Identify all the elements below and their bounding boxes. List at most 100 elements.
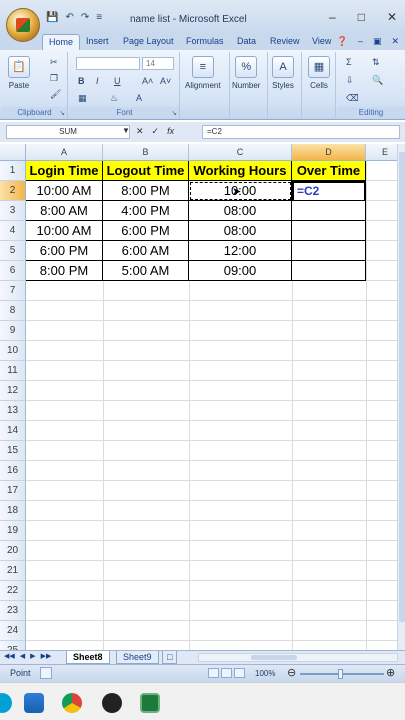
page-layout-view-icon[interactable] [221,668,232,678]
cell-a4[interactable]: 10:00 AM [26,221,103,241]
row-header[interactable]: 22 [0,581,26,601]
row-header[interactable]: 10 [0,341,26,361]
cell-b4[interactable]: 6:00 PM [103,221,189,241]
row-header[interactable]: 23 [0,601,26,621]
horizontal-scroll-thumb[interactable] [251,655,297,660]
row-header[interactable]: 5 [0,241,26,261]
cell-d2-active[interactable]: =C2 [292,181,366,202]
cell-a6[interactable]: 8:00 PM [26,261,103,281]
column-header-b[interactable]: B [103,144,189,161]
font-name-combo[interactable] [76,57,140,70]
excel-taskbar-icon[interactable] [140,693,160,713]
close-icon[interactable]: ✕ [387,10,397,24]
cell-c6[interactable]: 09:00 [189,261,292,281]
cell-b3[interactable]: 4:00 PM [103,201,189,221]
row-header[interactable]: 1 [0,161,26,181]
underline-button[interactable]: U [114,75,121,87]
column-header-a[interactable]: A [26,144,103,161]
find-select-icon[interactable]: 🔍 [372,74,383,86]
zoom-slider-knob[interactable] [338,669,343,679]
cell-b6[interactable]: 5:00 AM [103,261,189,281]
save-icon[interactable]: 💾 [46,12,58,24]
row-header[interactable]: 2 [0,181,26,201]
qat-customize-icon[interactable]: ≡ [96,12,102,24]
enter-icon[interactable]: ✓ [152,126,160,137]
cell-d6[interactable] [292,261,366,281]
name-box-dropdown-icon[interactable]: ▼ [122,126,130,135]
tab-data[interactable]: Data [237,36,256,46]
tab-formulas[interactable]: Formulas [186,36,224,46]
insert-sheet-button[interactable]: □ [162,651,178,664]
normal-view-icon[interactable] [208,668,219,678]
cell-d1[interactable]: Over Time [292,161,366,181]
tab-home[interactable]: Home [42,34,81,50]
row-header[interactable]: 6 [0,261,26,281]
column-header-c[interactable]: C [189,144,292,161]
row-header[interactable]: 21 [0,561,26,581]
zoom-in-icon[interactable]: ⊕ [386,666,395,679]
mail-icon[interactable] [24,693,44,713]
name-box[interactable]: SUM [6,125,130,139]
minimize-icon[interactable]: – [329,10,336,24]
cell-d3[interactable] [292,201,366,221]
clipboard-launcher-icon[interactable]: ↘ [59,109,65,117]
cell-d4[interactable] [292,221,366,241]
zoom-level[interactable]: 100% [255,669,275,678]
cell-c1[interactable]: Working Hours [189,161,292,181]
first-sheet-icon[interactable]: ◀◀ [4,652,15,660]
vertical-scrollbar[interactable] [397,144,405,650]
fill-color-icon[interactable]: ♨ [110,92,118,104]
horizontal-scrollbar[interactable] [198,653,398,662]
row-header[interactable]: 15 [0,441,26,461]
borders-icon[interactable]: ▦ [78,92,87,104]
cancel-icon[interactable]: ✕ [136,126,144,137]
tab-review[interactable]: Review [270,36,300,46]
worksheet-grid[interactable]: A B C D E 1 2 3 4 5 6 7 8 9 10 11 12 13 14 15 16 17 18 19 2… [0,144,405,650]
cell-a5[interactable]: 6:00 PM [26,241,103,261]
page-break-view-icon[interactable] [234,668,245,678]
font-color-icon[interactable]: A [136,92,142,104]
paste-button[interactable]: 📋 Paste [8,56,30,90]
select-all-corner[interactable] [0,144,26,161]
cell-b5[interactable]: 6:00 AM [103,241,189,261]
cell-a2[interactable]: 10:00 AM [26,181,103,201]
chrome-icon[interactable] [62,693,82,713]
zoom-out-icon[interactable]: ⊖ [287,666,296,679]
row-header[interactable]: 16 [0,461,26,481]
column-header-d[interactable]: D [292,144,366,161]
help-icon[interactable]: ❓ [337,36,348,47]
tab-page-layout[interactable]: Page Layout [123,36,174,46]
row-header[interactable]: 7 [0,281,26,301]
sheet-tab-sheet8[interactable]: Sheet8 [66,651,110,664]
alignment-button[interactable]: ≡ Alignment [185,56,221,90]
row-header[interactable]: 25 [0,641,26,650]
row-header[interactable]: 14 [0,421,26,441]
prev-sheet-icon[interactable]: ◀ [20,652,25,660]
row-header[interactable]: 8 [0,301,26,321]
format-painter-icon[interactable]: 🖌 [50,88,61,100]
italic-button[interactable]: I [96,75,99,87]
cell-a3[interactable]: 8:00 AM [26,201,103,221]
tab-insert[interactable]: Insert [86,36,109,46]
fill-icon[interactable]: ⇩ [346,74,354,86]
font-launcher-icon[interactable]: ↘ [171,109,177,117]
cell-d5[interactable] [292,241,366,261]
sheet-tab-sheet9[interactable]: Sheet9 [116,651,159,664]
bold-button[interactable]: B [78,75,85,87]
copy-icon[interactable]: ❐ [50,72,58,84]
clear-icon[interactable]: ⌫ [346,92,359,104]
vertical-scroll-thumb[interactable] [399,152,405,622]
grow-font-icon[interactable]: A˄ [142,75,153,87]
last-sheet-icon[interactable]: ▶▶ [41,652,52,660]
cell-b1[interactable]: Logout Time [103,161,189,181]
ribbon-restore-icon[interactable]: ▣ [373,36,382,47]
styles-button[interactable]: A Styles [272,56,294,90]
row-header[interactable]: 13 [0,401,26,421]
cell-a1[interactable]: Login Time [26,161,103,181]
autosum-icon[interactable]: Σ [346,56,352,68]
redo-icon[interactable]: ↷ [81,12,89,24]
shrink-font-icon[interactable]: A˅ [160,75,171,87]
row-header[interactable]: 12 [0,381,26,401]
recorder-icon[interactable] [102,693,122,713]
macro-record-icon[interactable] [40,667,52,679]
